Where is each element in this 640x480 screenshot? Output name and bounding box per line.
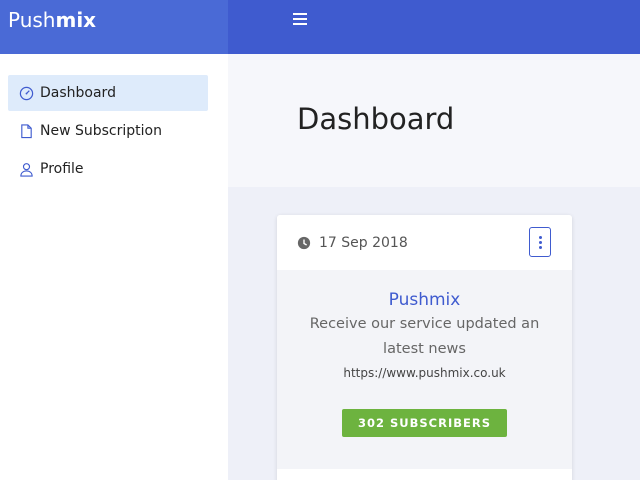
- top-bar: Pushmix: [0, 0, 640, 54]
- card-date: 17 Sep 2018: [297, 235, 408, 251]
- card-url: https://www.pushmix.co.uk: [343, 366, 506, 380]
- brand-logo[interactable]: Pushmix: [0, 0, 228, 54]
- card-footer: [277, 469, 572, 480]
- sidebar-item-profile[interactable]: Profile: [8, 151, 208, 187]
- more-options-icon[interactable]: [529, 227, 551, 257]
- page-header: Dashboard: [228, 54, 640, 187]
- sidebar-item-new-subscription[interactable]: New Subscription: [8, 113, 208, 149]
- user-icon: [18, 161, 34, 177]
- card-site-name[interactable]: Pushmix: [277, 290, 572, 310]
- document-icon: [18, 123, 34, 139]
- card-body: Pushmix Receive our service updated an l…: [277, 270, 572, 437]
- hamburger-menu-icon[interactable]: [290, 10, 310, 28]
- card-header: 17 Sep 2018: [277, 215, 572, 270]
- sidebar-item-label: New Subscription: [40, 123, 162, 139]
- subscribers-button[interactable]: 302 SUBSCRIBERS: [341, 409, 507, 437]
- brand-part1: Push: [8, 8, 56, 32]
- page-title: Dashboard: [297, 102, 455, 136]
- brand-part2: mix: [55, 8, 97, 32]
- card-date-text: 17 Sep 2018: [319, 235, 408, 251]
- sidebar-item-dashboard[interactable]: Dashboard: [8, 75, 208, 111]
- sidebar-item-label: Profile: [40, 161, 84, 177]
- clock-icon: [297, 236, 311, 250]
- subscription-card: 17 Sep 2018 Pushmix Receive our service …: [277, 215, 572, 480]
- card-description: Receive our service updated an latest ne…: [309, 316, 540, 357]
- sidebar: Dashboard New Subscription Profile: [0, 54, 228, 480]
- sidebar-item-label: Dashboard: [40, 85, 116, 101]
- speedometer-icon: [18, 85, 34, 101]
